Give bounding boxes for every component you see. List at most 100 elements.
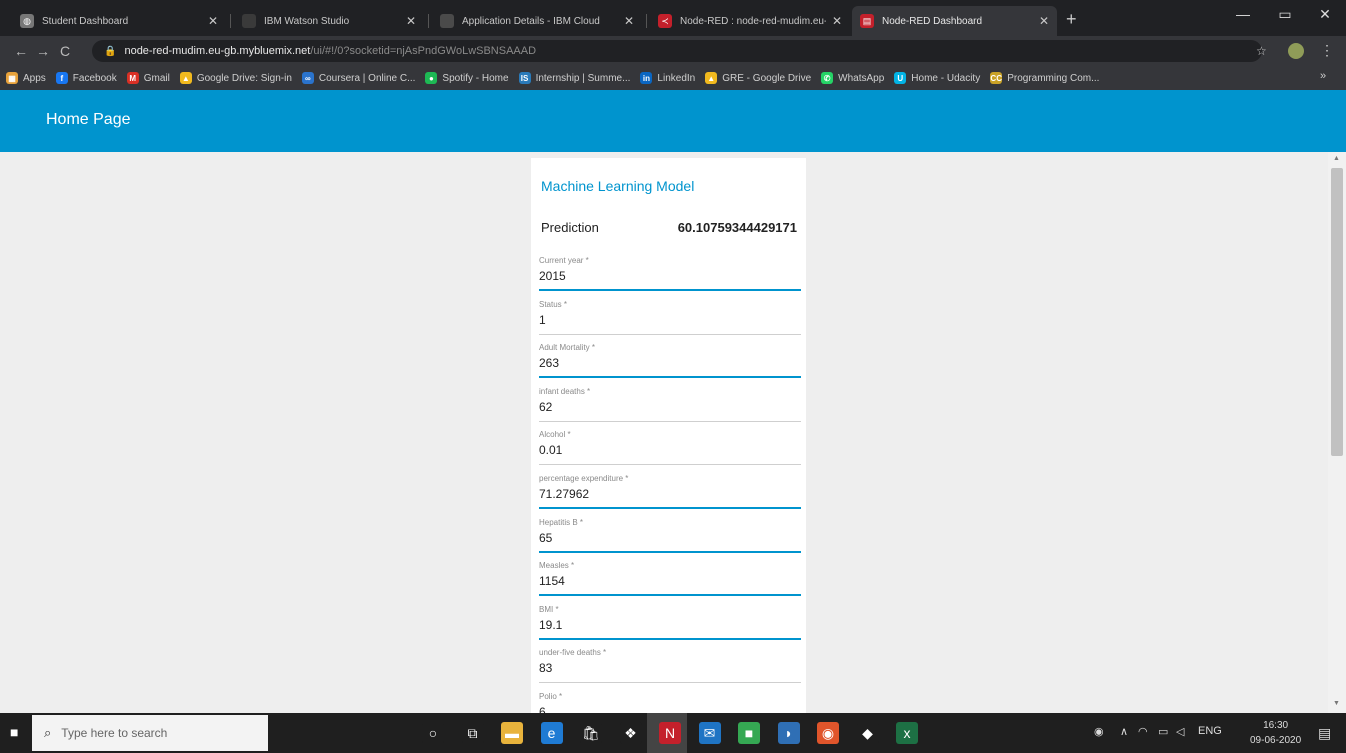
bookmark-star-icon[interactable]: ☆: [1256, 44, 1267, 58]
mail-icon[interactable]: ✉: [698, 722, 721, 744]
field-input[interactable]: 2015: [539, 269, 566, 283]
close-icon[interactable]: ✕: [1039, 14, 1049, 28]
bookmark-label: GRE - Google Drive: [722, 72, 812, 84]
url-path: /ui/#!/0?socketid=njAsPndGWoLwSBNSAAAD: [310, 45, 537, 57]
bookmark-3[interactable]: ▲ Google Drive: Sign-in: [179, 72, 292, 84]
field-input[interactable]: 62: [539, 400, 552, 414]
tab-separator: [230, 14, 231, 28]
tab-separator: [646, 14, 647, 28]
tab-node-red[interactable]: ≺ Node-RED : node-red-mudim.eu-gb.myblue…: [650, 6, 850, 36]
tab-student-dashboard[interactable]: ◍ Student Dashboard ✕: [12, 6, 226, 36]
language-indicator[interactable]: ENG: [1198, 725, 1222, 737]
field-input[interactable]: 1154: [539, 574, 565, 588]
tab-application-details[interactable]: Application Details - IBM Cloud ✕: [432, 6, 642, 36]
scroll-down-icon[interactable]: ▼: [1333, 700, 1340, 707]
scrollbar-thumb[interactable]: [1331, 168, 1343, 456]
reload-icon[interactable]: C: [54, 43, 76, 59]
form-field[interactable]: percentage expenditure * 71.27962: [539, 470, 801, 514]
scroll-up-icon[interactable]: ▲: [1333, 155, 1340, 162]
form-field[interactable]: Hepatitis B * 65: [539, 514, 801, 558]
new-tab-icon[interactable]: +: [1066, 9, 1077, 30]
excel-icon[interactable]: x: [896, 722, 918, 744]
tab-node-red-dashboard[interactable]: ▤ Node-RED Dashboard ✕: [852, 6, 1057, 36]
forward-icon[interactable]: →: [32, 43, 54, 59]
field-input[interactable]: 263: [539, 356, 559, 370]
close-icon[interactable]: ✕: [208, 14, 218, 28]
bookmark-9[interactable]: ✆ WhatsApp: [821, 72, 884, 84]
network-status-icon[interactable]: ◉: [1094, 725, 1104, 738]
cloud-icon: [440, 14, 454, 28]
notification-icon[interactable]: ▤: [1318, 725, 1331, 742]
volume-icon[interactable]: ◁: [1176, 725, 1184, 738]
tab-ibm-watson-studio[interactable]: IBM Watson Studio ✕: [234, 6, 424, 36]
back-icon[interactable]: ←: [10, 43, 32, 59]
bookmarks-overflow-icon[interactable]: »: [1320, 70, 1326, 82]
taskbar-clock[interactable]: 16:30 09-06-2020: [1250, 718, 1301, 748]
store-icon[interactable]: 🛍: [580, 722, 602, 744]
form-field[interactable]: Status * 1: [539, 296, 801, 340]
app-blue-icon[interactable]: ◆: [856, 722, 879, 744]
field-underline: [539, 376, 801, 379]
cortana-icon[interactable]: ○: [422, 722, 444, 744]
taskbar-search[interactable]: ⌕ Type here to search: [32, 715, 268, 751]
profile-avatar[interactable]: [1288, 43, 1304, 59]
tab-title: Node-RED : node-red-mudim.eu-gb.mybluemi…: [680, 15, 826, 27]
google-drive-icon: ▲: [705, 72, 718, 84]
form-field[interactable]: Alcohol * 0.01: [539, 426, 801, 470]
bookmark-7[interactable]: in LinkedIn: [640, 72, 695, 84]
close-icon[interactable]: ✕: [406, 14, 416, 28]
bookmark-10[interactable]: U Home - Udacity: [894, 72, 980, 84]
browser-menu-icon[interactable]: ⋮: [1320, 42, 1334, 59]
field-input[interactable]: 71.27962: [539, 487, 589, 501]
form-field[interactable]: BMI * 19.1: [539, 601, 801, 645]
bookmark-4[interactable]: ∞ Coursera | Online C...: [301, 72, 415, 84]
form-field[interactable]: Polio * 6: [539, 688, 801, 713]
field-underline: [539, 289, 801, 291]
search-input[interactable]: Type here to search: [61, 726, 167, 740]
close-icon[interactable]: ✕: [624, 14, 634, 28]
app-grid-icon[interactable]: ■: [738, 722, 760, 744]
field-underline: [539, 506, 801, 509]
address-bar[interactable]: 🔒 node-red-mudim.eu-gb.mybluemix.net /ui…: [92, 40, 1262, 62]
form-field[interactable]: Current year * 2015: [539, 252, 801, 296]
page-title: Home Page: [46, 111, 131, 128]
field-input[interactable]: 1: [539, 313, 546, 327]
page-scrollbar[interactable]: ▲ ▼: [1328, 152, 1346, 713]
close-icon[interactable]: ✕: [832, 14, 842, 28]
python-icon[interactable]: ◗: [777, 722, 800, 744]
apps-grid-icon: ▦: [6, 72, 18, 84]
field-underline: [539, 333, 801, 335]
maximize-icon[interactable]: ▭: [1270, 6, 1300, 23]
file-explorer-icon[interactable]: ▬: [501, 722, 523, 744]
field-input[interactable]: 65: [539, 531, 552, 545]
bookmark-5[interactable]: ● Spotify - Home: [425, 72, 509, 84]
bookmark-11[interactable]: CC Programming Com...: [990, 72, 1099, 84]
bookmark-6[interactable]: IS Internship | Summe...: [518, 72, 630, 84]
battery-icon[interactable]: ▭: [1158, 725, 1168, 738]
form-field[interactable]: infant deaths * 62: [539, 383, 801, 427]
dropbox-icon[interactable]: ❖: [619, 722, 642, 744]
onenote-icon[interactable]: N: [659, 722, 681, 744]
watson-icon: [242, 14, 256, 28]
form-field[interactable]: Measles * 1154: [539, 557, 801, 601]
edge-icon[interactable]: e: [540, 722, 563, 744]
field-label: Measles *: [539, 561, 575, 571]
field-underline: [539, 550, 801, 553]
chevron-up-icon[interactable]: ∧: [1120, 725, 1128, 738]
bookmark-2[interactable]: M Gmail: [126, 72, 170, 84]
field-input[interactable]: 0.01: [539, 443, 562, 457]
bookmark-8[interactable]: ▲ GRE - Google Drive: [705, 72, 811, 84]
windows-start-icon[interactable]: ■: [10, 724, 28, 742]
bookmark-1[interactable]: f Facebook: [55, 72, 117, 84]
field-input[interactable]: 19.1: [539, 618, 562, 632]
close-window-icon[interactable]: ✕: [1310, 6, 1340, 23]
form-field[interactable]: under-five deaths * 83: [539, 644, 801, 688]
bookmark-0[interactable]: ▦ Apps: [6, 72, 46, 84]
task-view-icon[interactable]: ⧉: [461, 722, 484, 744]
form-field[interactable]: Adult Mortality * 263: [539, 339, 801, 383]
chrome-icon[interactable]: ◉: [817, 722, 839, 744]
field-input[interactable]: 6: [539, 705, 546, 713]
wifi-icon[interactable]: ◠: [1138, 725, 1148, 738]
field-input[interactable]: 83: [539, 661, 552, 675]
minimize-icon[interactable]: —: [1228, 6, 1258, 22]
